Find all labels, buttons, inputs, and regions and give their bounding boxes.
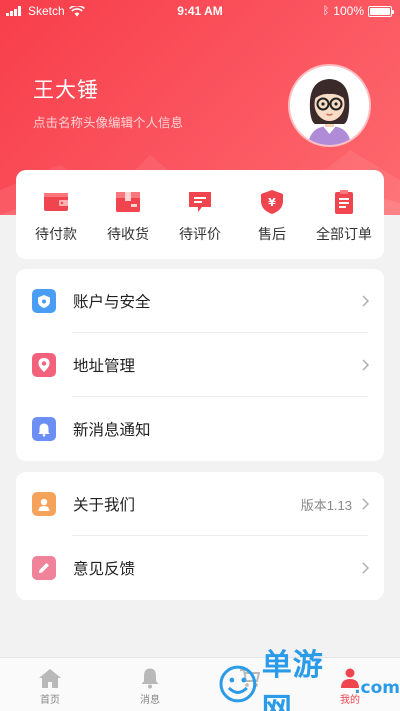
chevron-right-icon xyxy=(362,295,369,307)
menu-item-label: 关于我们 xyxy=(73,496,136,514)
settings-menu-group-2: 关于我们 版本1.13 意见反馈 xyxy=(16,472,384,600)
order-pending-payment[interactable]: 待付款 xyxy=(21,170,91,244)
order-after-sales[interactable]: ¥ 售后 xyxy=(237,170,307,244)
tab-home[interactable]: 首页 xyxy=(0,658,100,711)
menu-item-account-security[interactable]: 账户与安全 xyxy=(16,269,384,333)
location-pin-icon xyxy=(32,353,56,377)
watermark-logo-icon xyxy=(219,665,257,703)
wallet-icon xyxy=(44,193,68,211)
pencil-icon xyxy=(32,556,56,580)
order-pending-review[interactable]: 待评价 xyxy=(165,170,235,244)
avatar[interactable] xyxy=(290,66,369,145)
order-label: 待付款 xyxy=(35,227,77,243)
menu-item-label: 地址管理 xyxy=(73,357,136,375)
bell-icon xyxy=(141,668,159,689)
tab-label: 消息 xyxy=(140,695,160,706)
profile-edit-hint: 点击名称头像编辑个人信息 xyxy=(33,115,184,130)
order-label: 待评价 xyxy=(179,227,221,243)
menu-item-notifications[interactable]: 新消息通知 xyxy=(16,397,384,461)
order-shortcuts-card: 待付款 待收货 待评价 ¥ 售后 全部订单 xyxy=(16,170,384,259)
shield-yen-icon: ¥ xyxy=(261,190,283,214)
watermark-text: 单游网 xyxy=(261,648,324,711)
menu-item-label: 账户与安全 xyxy=(73,293,151,311)
battery-icon xyxy=(368,5,394,17)
shield-icon xyxy=(32,289,56,313)
comment-icon xyxy=(189,192,211,212)
watermark-domain: .com xyxy=(354,678,400,698)
bluetooth-icon: ᛒ xyxy=(322,5,330,17)
menu-item-label: 意见反馈 xyxy=(73,560,136,578)
package-icon xyxy=(116,192,140,212)
order-label: 待收货 xyxy=(107,227,149,243)
battery-percent: 100% xyxy=(333,4,364,18)
order-label: 售后 xyxy=(258,227,286,243)
settings-menu-group-1: 账户与安全 地址管理 新消息通知 xyxy=(16,269,384,461)
chevron-right-icon xyxy=(362,498,369,510)
menu-item-address[interactable]: 地址管理 xyxy=(16,333,384,397)
bell-icon xyxy=(32,417,56,441)
tab-messages[interactable]: 消息 xyxy=(100,658,200,711)
person-icon xyxy=(32,492,56,516)
chevron-right-icon xyxy=(362,359,369,371)
home-icon xyxy=(39,669,61,688)
menu-item-about[interactable]: 关于我们 版本1.13 xyxy=(16,472,384,536)
clipboard-icon xyxy=(335,190,353,214)
order-label: 全部订单 xyxy=(316,227,372,243)
menu-item-label: 新消息通知 xyxy=(73,421,151,439)
app-version: 版本1.13 xyxy=(300,497,352,513)
chevron-right-icon xyxy=(362,562,369,574)
menu-item-feedback[interactable]: 意见反馈 xyxy=(16,536,384,600)
watermark: 单游网 .com xyxy=(218,648,400,711)
user-name[interactable]: 王大锤 xyxy=(33,74,99,104)
tab-label: 首页 xyxy=(40,695,60,706)
order-pending-receipt[interactable]: 待收货 xyxy=(93,170,163,244)
svg-text:¥: ¥ xyxy=(268,196,276,209)
order-all[interactable]: 全部订单 xyxy=(309,170,379,244)
status-bar: Sketch 9:41 AM ᛒ 100% xyxy=(0,0,400,22)
avatar-illustration xyxy=(290,66,369,145)
